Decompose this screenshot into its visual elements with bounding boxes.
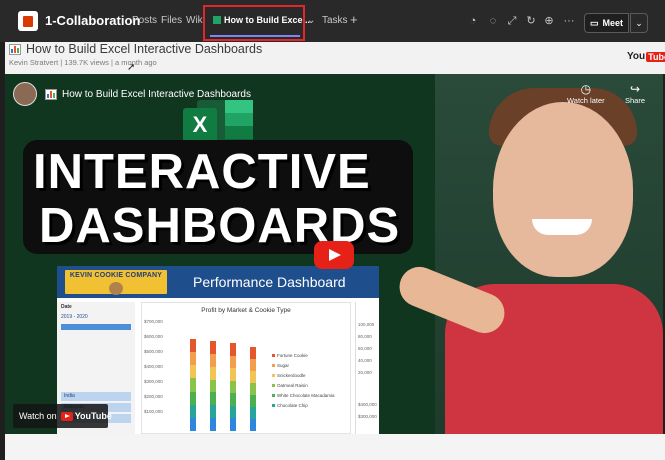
chart-bar [190,339,196,431]
presenter-smile [532,219,592,235]
chart-bar-segment [210,341,216,354]
chart-bar-segment [210,392,216,406]
share-arrow-icon: ↪ [629,82,641,96]
youtube-info-bar: How to Build Excel Interactive Dashboard… [5,42,665,74]
chart-bar-segment [250,395,256,407]
chart-bar-segment [210,353,216,367]
chart-bar-segment [190,417,196,431]
chart-bar-segment [210,379,216,393]
share-button[interactable]: ↪ Share [625,82,645,105]
timeline-slider [61,324,131,330]
youtube-logo[interactable]: You Tube [627,51,665,62]
chart-bar-segment [230,405,236,419]
below-video-area [5,434,665,460]
video-title-link[interactable]: How to Build Excel Interactive Dashboard… [9,42,262,56]
chart-bar-segment [250,407,256,419]
chart-bar-segment [250,359,256,371]
chart-bar [250,347,256,431]
dashboard-title: Performance Dashboard [193,274,346,290]
chart-bar-segment [190,365,196,379]
watch-later-button[interactable]: ◷ Watch later [567,82,605,105]
teams-window: 1-Collaboration Posts Files Wiki How to … [0,0,665,460]
meet-button[interactable]: ▭ Meet [584,13,629,33]
market-slicer-item: India [61,392,131,401]
channel-avatar[interactable] [13,82,37,106]
headline-line-1: INTERACTIVE [33,145,371,199]
youtube-logo-small: YouTube [60,411,112,421]
chart-bar-segment [190,404,196,418]
add-tab-icon[interactable]: + [350,12,358,27]
y-tick: $500,000 [144,349,163,354]
tab-tasks[interactable]: Tasks [322,15,348,26]
chart-bar-segment [250,371,256,383]
tab-posts[interactable]: Posts [132,15,157,26]
y-tick: $400,000 [144,364,163,369]
chart-bar-segment [230,355,236,369]
play-button[interactable] [314,241,354,269]
dashboard-side-chart: 100,000 80,000 60,000 40,000 20,000 $400… [355,302,379,434]
watch-on-youtube-button[interactable]: Watch on YouTube [13,404,112,428]
chart-bar [210,341,216,431]
date-range: 2019 - 2020 [61,314,88,320]
date-filter-label: Date [61,304,72,310]
y-tick: $600,000 [144,334,163,339]
video-title: How to Build Excel Interactive Dashboard… [26,42,263,56]
legend-item: White Chocolate Macadamia [272,393,335,398]
chart-bar-segment [210,366,216,380]
mouse-cursor-icon: ➚ [127,62,136,73]
legend-item: Fortune Cookie [272,353,308,358]
y-tick: $700,000 [144,319,163,324]
profit-chart: Profit by Market & Cookie Type $700,000 … [141,302,351,434]
chart-bar-segment [210,418,216,431]
highlight-box [203,5,305,41]
meet-dropdown-chevron-icon[interactable]: ⌄ [630,13,648,33]
chart-emoji-icon [45,88,57,100]
globe-icon[interactable]: ⊕ [543,15,555,27]
channel-name: 1-Collaboration [45,13,141,28]
expand-icon[interactable]: ⤢ [506,15,518,27]
chart-emoji-icon [9,43,21,55]
refresh-app-icon[interactable]: ◔ [467,15,479,27]
chart-bar-segment [250,347,256,359]
chart-title: Profit by Market & Cookie Type [201,307,291,314]
chart-bar-segment [190,378,196,392]
cookie-icon [109,282,123,295]
more-options-icon[interactable]: ··· [563,15,575,27]
legend-item: Chocolate Chip [272,403,308,408]
chart-bar-segment [230,380,236,394]
chart-bar-segment [190,339,196,353]
y-tick: $100,000 [144,409,163,414]
chart-bar-segment [250,383,256,395]
video-header-title[interactable]: How to Build Excel Interactive Dashboard… [45,88,251,100]
chart-bar-segment [230,368,236,381]
meet-button-label: Meet [602,18,624,28]
chart-bar-segment [230,393,236,406]
legend-item: Oatmeal Raisin [272,383,308,388]
chart-bar-segment [250,419,256,431]
conversation-icon[interactable]: ◌ [487,15,499,27]
chart-bar-segment [190,391,196,405]
reload-icon[interactable]: ↻ [525,15,537,27]
chart-bar-segment [210,405,216,419]
teams-top-bar: 1-Collaboration Posts Files Wiki How to … [0,0,665,42]
tab-options-chevron-icon[interactable]: ⌄ [307,15,315,26]
chart-bar-segment [230,343,236,356]
chart-bar [230,343,236,431]
office-app-icon[interactable] [18,11,38,31]
chart-bar-segment [190,352,196,366]
chart-bar-segment [230,418,236,431]
y-tick: $200,000 [144,394,163,399]
video-camera-icon: ▭ [589,17,599,28]
legend-item: Sugar [272,363,289,368]
presenter-face [493,102,633,277]
clock-icon: ◷ [580,82,592,96]
legend-item: Snickerdoodle [272,373,306,378]
video-player[interactable]: How to Build Excel Interactive Dashboard… [5,74,663,434]
y-tick: $300,000 [144,379,163,384]
brand-badge: KEVIN COOKIE COMPANY [63,268,169,296]
tab-files[interactable]: Files [161,15,182,26]
